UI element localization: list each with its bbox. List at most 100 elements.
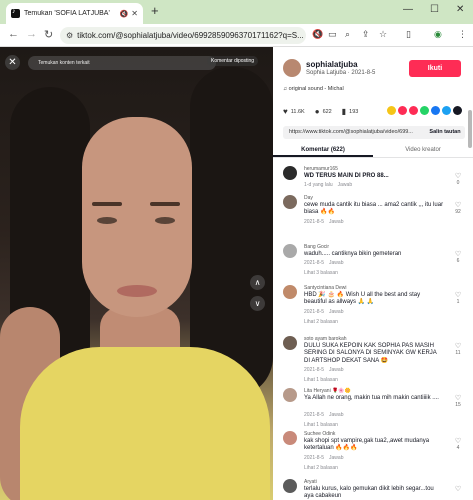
- share-icon[interactable]: ⇪: [362, 29, 370, 40]
- comment-date: 2021-8-5: [304, 411, 325, 418]
- comment-avatar[interactable]: [283, 244, 297, 258]
- comment-avatar[interactable]: [283, 431, 297, 445]
- comment-like-button[interactable]: ♡ 92: [451, 201, 465, 215]
- share-url: https://www.tiktok.com/@sophialatjuba/vi…: [289, 129, 413, 135]
- heart-outline-icon: ♡: [454, 251, 462, 258]
- tab-creator-videos[interactable]: Video kreator: [373, 142, 473, 157]
- creator-username[interactable]: sophialatjuba: [306, 60, 375, 69]
- share-url-field[interactable]: https://www.tiktok.com/@sophialatjuba/vi…: [283, 126, 465, 139]
- comment-username[interactable]: herumamur165: [304, 166, 338, 172]
- browser-tab[interactable]: Temukan 'SOFIA LATJUBA' 🔇 ✕: [6, 3, 143, 24]
- comment-like-count: 6: [456, 258, 460, 264]
- details-panel: sophialatjuba Sophia Latjuba · 2021-8-5 …: [273, 47, 473, 500]
- comment-avatar[interactable]: [283, 285, 297, 299]
- copy-link-button[interactable]: Salin tautan: [425, 126, 465, 139]
- comment-username[interactable]: Suchee Odink: [304, 431, 335, 437]
- comment-like-button[interactable]: ♡ 6: [451, 250, 465, 264]
- reload-icon[interactable]: ↻: [44, 28, 53, 41]
- bookmark-star-icon[interactable]: ☆: [379, 29, 387, 40]
- creator-avatar[interactable]: [283, 59, 301, 77]
- follow-button[interactable]: Ikuti: [409, 60, 461, 77]
- share-embed-icon[interactable]: [387, 106, 396, 115]
- forward-icon[interactable]: →: [26, 28, 37, 40]
- mute-site-icon[interactable]: 🔇: [312, 29, 323, 40]
- maximize-icon[interactable]: ☐: [430, 4, 439, 15]
- comment-username[interactable]: Bang Gocir: [304, 244, 329, 250]
- comment-text: WD TERUS MAIN DI PRO 88...: [304, 173, 389, 179]
- cast-icon[interactable]: ▭: [328, 29, 337, 40]
- share-more-icon[interactable]: [453, 106, 462, 115]
- comment-avatar[interactable]: [283, 479, 297, 493]
- comment-username[interactable]: Lita Heryani 🌹🌸🌼: [304, 388, 351, 394]
- share-facebook-icon[interactable]: [431, 106, 440, 115]
- comment-date: 2021-8-5: [304, 367, 325, 374]
- comment-avatar[interactable]: [283, 166, 297, 180]
- related-search-input[interactable]: Temukan konten terkait: [28, 56, 216, 70]
- heart-outline-icon: ♡: [454, 438, 462, 445]
- view-replies-button[interactable]: Lihat 1 balasan: [304, 377, 338, 383]
- comment-avatar[interactable]: [283, 388, 297, 402]
- next-video-button[interactable]: ∨: [250, 296, 265, 311]
- tab-mute-icon[interactable]: 🔇: [120, 10, 129, 18]
- view-replies-button[interactable]: Lihat 2 balasan: [304, 319, 338, 325]
- comment-like-count: 15: [455, 402, 461, 408]
- comment-like-button[interactable]: ♡ 15: [451, 394, 465, 408]
- search-page-icon[interactable]: ⌕: [345, 29, 350, 40]
- creator-info[interactable]: sophialatjuba Sophia Latjuba · 2021-8-5: [283, 59, 375, 77]
- music-link[interactable]: ♫ original sound - Michal: [283, 86, 344, 92]
- heart-outline-icon: ♡: [454, 486, 462, 493]
- reply-button[interactable]: Jawab: [338, 182, 352, 188]
- tab-close-icon[interactable]: ✕: [131, 9, 138, 18]
- previous-video-button[interactable]: ∧: [250, 275, 265, 290]
- comment-date: 2021-8-5: [304, 454, 325, 461]
- menu-icon[interactable]: ⋮: [458, 29, 467, 40]
- site-info-icon[interactable]: ⚙: [66, 31, 73, 40]
- comment-avatar[interactable]: [283, 336, 297, 350]
- comment-username[interactable]: Day: [304, 195, 313, 201]
- comment-avatar[interactable]: [283, 195, 297, 209]
- comment-like-button[interactable]: ♡ 4: [451, 437, 465, 451]
- save-stat[interactable]: ▮ 193: [342, 107, 359, 116]
- comment-like-button[interactable]: ♡: [451, 485, 465, 493]
- like-stat[interactable]: ♥ 11.6K: [283, 107, 305, 116]
- comment-like-button[interactable]: ♡ 11: [451, 342, 465, 356]
- reply-button[interactable]: Jawab: [329, 412, 343, 418]
- url-input[interactable]: ⚙ tiktok.com/@sophialatjuba/video/699285…: [60, 27, 306, 44]
- heart-outline-icon: ♡: [454, 173, 462, 180]
- comments-scrollbar[interactable]: [468, 110, 472, 148]
- comment-like-button[interactable]: ♡ 0: [451, 172, 465, 186]
- comment-meta: 2021-8-5 Jawab: [304, 412, 348, 418]
- sidepanel-icon[interactable]: ▯: [406, 29, 411, 40]
- share-twitter-icon[interactable]: [442, 106, 451, 115]
- comment-text: kak shopi spt vampire,gak tua2,,awet mud…: [304, 438, 430, 452]
- comment-like-count: 0: [456, 180, 460, 186]
- extension-icon[interactable]: ◉: [434, 29, 442, 40]
- comment-username[interactable]: soto ayam barokah: [304, 336, 347, 342]
- back-icon[interactable]: ←: [8, 28, 19, 40]
- window-close-icon[interactable]: ✕: [456, 4, 464, 15]
- reply-button[interactable]: Jawab: [329, 367, 343, 373]
- reply-button[interactable]: Jawab: [329, 260, 343, 266]
- view-replies-button[interactable]: Lihat 1 balasan: [304, 422, 338, 428]
- new-tab-button[interactable]: +: [151, 4, 159, 18]
- video-player[interactable]: [0, 47, 273, 500]
- close-video-button[interactable]: ✕: [5, 55, 20, 70]
- view-replies-button[interactable]: Lihat 2 balasan: [304, 465, 338, 471]
- heart-outline-icon: ♡: [454, 395, 462, 402]
- minimize-icon[interactable]: —: [403, 4, 413, 15]
- share-pinterest-icon[interactable]: [409, 106, 418, 115]
- reply-button[interactable]: Jawab: [329, 455, 343, 461]
- stats-row: ♥ 11.6K ● 622 ▮ 193: [283, 107, 368, 116]
- report-button[interactable]: Komentar diposting: [207, 56, 259, 66]
- share-friends-icon[interactable]: [398, 106, 407, 115]
- reply-button[interactable]: Jawab: [329, 309, 343, 315]
- tab-comments[interactable]: Komentar (622): [273, 142, 373, 157]
- comment-username[interactable]: Aryati: [304, 479, 317, 485]
- share-whatsapp-icon[interactable]: [420, 106, 429, 115]
- comment-username[interactable]: Santycintiana Dewi: [304, 285, 347, 291]
- comment-meta: 2021-8-5 Jawab: [304, 455, 348, 461]
- view-replies-button[interactable]: Lihat 3 balasan: [304, 270, 338, 276]
- comment-like-button[interactable]: ♡ 1: [451, 291, 465, 305]
- comment-stat[interactable]: ● 622: [315, 107, 332, 116]
- reply-button[interactable]: Jawab: [329, 219, 343, 225]
